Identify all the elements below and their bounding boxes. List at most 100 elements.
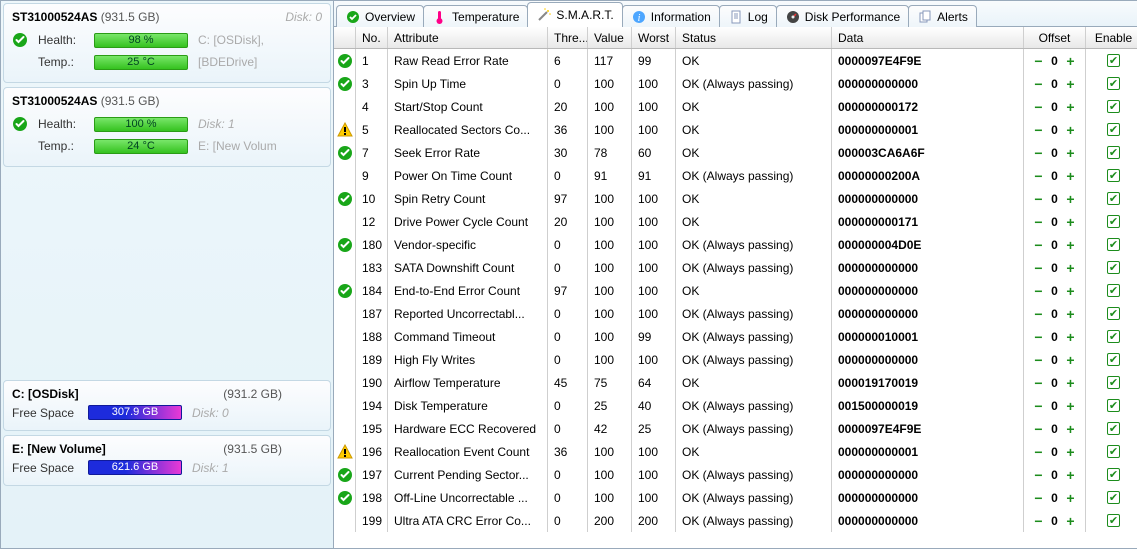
col-data[interactable]: Data	[832, 27, 1024, 48]
table-row[interactable]: 187Reported Uncorrectabl...0100100OK (Al…	[334, 302, 1137, 325]
offset-plus-button[interactable]: +	[1064, 77, 1078, 91]
table-row[interactable]: 195Hardware ECC Recovered04225OK (Always…	[334, 417, 1137, 440]
offset-minus-button[interactable]: −	[1032, 54, 1046, 68]
table-row[interactable]: 1Raw Read Error Rate611799OK0000097E4F9E…	[334, 49, 1137, 72]
offset-minus-button[interactable]: −	[1032, 261, 1046, 275]
disk-panel-0[interactable]: ST31000524AS (931.5 GB) Disk: 0 Health: …	[3, 3, 331, 83]
enable-checkbox[interactable]: ✔	[1107, 307, 1120, 320]
offset-plus-button[interactable]: +	[1064, 468, 1078, 482]
tab-temperature[interactable]: Temperature	[423, 5, 528, 27]
col-no[interactable]: No.	[356, 27, 388, 48]
enable-checkbox[interactable]: ✔	[1107, 399, 1120, 412]
table-row[interactable]: 194Disk Temperature02540OK (Always passi…	[334, 394, 1137, 417]
col-worst[interactable]: Worst	[632, 27, 676, 48]
col-enable[interactable]: Enable	[1086, 27, 1137, 48]
offset-plus-button[interactable]: +	[1064, 399, 1078, 413]
volume-panel-e[interactable]: E: [New Volume] (931.5 GB) Free Space 62…	[3, 435, 331, 486]
enable-checkbox[interactable]: ✔	[1107, 146, 1120, 159]
table-row[interactable]: 9Power On Time Count09191OK (Always pass…	[334, 164, 1137, 187]
enable-checkbox[interactable]: ✔	[1107, 491, 1120, 504]
table-row[interactable]: 4Start/Stop Count20100100OK000000000172−…	[334, 95, 1137, 118]
enable-checkbox[interactable]: ✔	[1107, 238, 1120, 251]
offset-plus-button[interactable]: +	[1064, 422, 1078, 436]
col-attr[interactable]: Attribute	[388, 27, 548, 48]
enable-checkbox[interactable]: ✔	[1107, 445, 1120, 458]
table-row[interactable]: 198Off-Line Uncorrectable ...0100100OK (…	[334, 486, 1137, 509]
offset-plus-button[interactable]: +	[1064, 169, 1078, 183]
table-row[interactable]: 199Ultra ATA CRC Error Co...0200200OK (A…	[334, 509, 1137, 532]
table-row[interactable]: 12Drive Power Cycle Count20100100OK00000…	[334, 210, 1137, 233]
offset-minus-button[interactable]: −	[1032, 238, 1046, 252]
offset-minus-button[interactable]: −	[1032, 215, 1046, 229]
table-row[interactable]: 196Reallocation Event Count36100100OK000…	[334, 440, 1137, 463]
table-row[interactable]: 183SATA Downshift Count0100100OK (Always…	[334, 256, 1137, 279]
offset-plus-button[interactable]: +	[1064, 330, 1078, 344]
tab-smart[interactable]: S.M.A.R.T.	[527, 2, 622, 27]
enable-checkbox[interactable]: ✔	[1107, 123, 1120, 136]
disk-panel-1[interactable]: ST31000524AS (931.5 GB) Health: 100 % Di…	[3, 87, 331, 167]
offset-plus-button[interactable]: +	[1064, 146, 1078, 160]
offset-minus-button[interactable]: −	[1032, 146, 1046, 160]
enable-checkbox[interactable]: ✔	[1107, 54, 1120, 67]
col-val[interactable]: Value	[588, 27, 632, 48]
grid-body[interactable]: 1Raw Read Error Rate611799OK0000097E4F9E…	[334, 49, 1137, 548]
offset-plus-button[interactable]: +	[1064, 238, 1078, 252]
enable-checkbox[interactable]: ✔	[1107, 284, 1120, 297]
enable-checkbox[interactable]: ✔	[1107, 353, 1120, 366]
offset-minus-button[interactable]: −	[1032, 123, 1046, 137]
offset-minus-button[interactable]: −	[1032, 468, 1046, 482]
table-row[interactable]: 189High Fly Writes0100100OK (Always pass…	[334, 348, 1137, 371]
offset-minus-button[interactable]: −	[1032, 307, 1046, 321]
table-row[interactable]: 190Airflow Temperature457564OK0000191700…	[334, 371, 1137, 394]
offset-minus-button[interactable]: −	[1032, 330, 1046, 344]
tab-alerts[interactable]: Alerts	[908, 5, 977, 27]
offset-plus-button[interactable]: +	[1064, 445, 1078, 459]
offset-minus-button[interactable]: −	[1032, 77, 1046, 91]
table-row[interactable]: 180Vendor-specific0100100OK (Always pass…	[334, 233, 1137, 256]
table-row[interactable]: 197Current Pending Sector...0100100OK (A…	[334, 463, 1137, 486]
table-row[interactable]: 5Reallocated Sectors Co...36100100OK0000…	[334, 118, 1137, 141]
enable-checkbox[interactable]: ✔	[1107, 261, 1120, 274]
enable-checkbox[interactable]: ✔	[1107, 468, 1120, 481]
offset-plus-button[interactable]: +	[1064, 54, 1078, 68]
enable-checkbox[interactable]: ✔	[1107, 514, 1120, 527]
offset-minus-button[interactable]: −	[1032, 192, 1046, 206]
offset-minus-button[interactable]: −	[1032, 376, 1046, 390]
enable-checkbox[interactable]: ✔	[1107, 100, 1120, 113]
col-thr[interactable]: Thre...	[548, 27, 588, 48]
tab-disk-performance[interactable]: Disk Performance	[776, 5, 909, 27]
enable-checkbox[interactable]: ✔	[1107, 376, 1120, 389]
offset-minus-button[interactable]: −	[1032, 514, 1046, 528]
offset-plus-button[interactable]: +	[1064, 376, 1078, 390]
offset-minus-button[interactable]: −	[1032, 491, 1046, 505]
tab-overview[interactable]: Overview	[336, 5, 424, 27]
enable-checkbox[interactable]: ✔	[1107, 330, 1120, 343]
offset-plus-button[interactable]: +	[1064, 353, 1078, 367]
offset-plus-button[interactable]: +	[1064, 215, 1078, 229]
enable-checkbox[interactable]: ✔	[1107, 169, 1120, 182]
offset-plus-button[interactable]: +	[1064, 123, 1078, 137]
offset-plus-button[interactable]: +	[1064, 307, 1078, 321]
table-row[interactable]: 3Spin Up Time0100100OK (Always passing)0…	[334, 72, 1137, 95]
enable-checkbox[interactable]: ✔	[1107, 422, 1120, 435]
offset-minus-button[interactable]: −	[1032, 353, 1046, 367]
offset-minus-button[interactable]: −	[1032, 284, 1046, 298]
table-row[interactable]: 188Command Timeout010099OK (Always passi…	[334, 325, 1137, 348]
table-row[interactable]: 184End-to-End Error Count97100100OK00000…	[334, 279, 1137, 302]
tab-log[interactable]: Log	[719, 5, 777, 27]
offset-plus-button[interactable]: +	[1064, 514, 1078, 528]
enable-checkbox[interactable]: ✔	[1107, 77, 1120, 90]
enable-checkbox[interactable]: ✔	[1107, 192, 1120, 205]
offset-plus-button[interactable]: +	[1064, 491, 1078, 505]
offset-plus-button[interactable]: +	[1064, 192, 1078, 206]
offset-plus-button[interactable]: +	[1064, 284, 1078, 298]
offset-plus-button[interactable]: +	[1064, 261, 1078, 275]
col-status[interactable]: Status	[676, 27, 832, 48]
volume-panel-c[interactable]: C: [OSDisk] (931.2 GB) Free Space 307.9 …	[3, 380, 331, 431]
offset-minus-button[interactable]: −	[1032, 169, 1046, 183]
offset-minus-button[interactable]: −	[1032, 422, 1046, 436]
enable-checkbox[interactable]: ✔	[1107, 215, 1120, 228]
tab-information[interactable]: i Information	[622, 5, 720, 27]
table-row[interactable]: 7Seek Error Rate307860OK000003CA6A6F−0+✔	[334, 141, 1137, 164]
col-offset[interactable]: Offset	[1024, 27, 1086, 48]
